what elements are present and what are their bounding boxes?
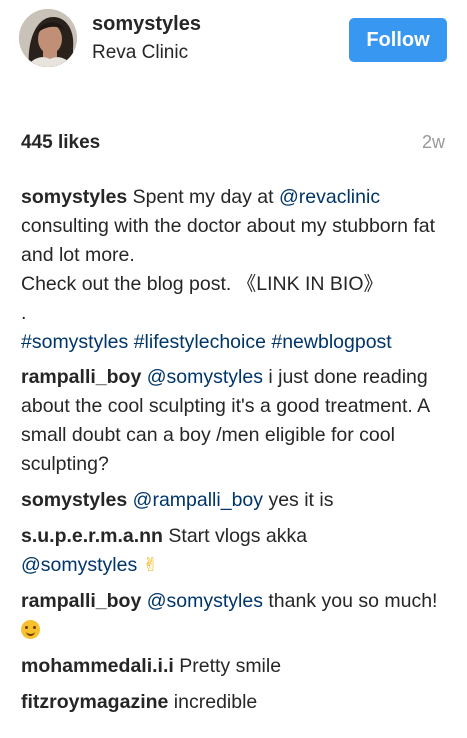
comment: s.u.p.e.r.m.a.nn Start vlogs akka @somys… [21,522,451,580]
comment-mention[interactable]: @somystyles [147,366,263,388]
post-username[interactable]: somystyles [92,13,201,36]
comment-text: incredible [173,691,258,713]
post-location[interactable]: Reva Clinic [92,42,188,64]
caption-text: Spent my day at [132,186,274,208]
comment-mention[interactable]: @rampalli_boy [133,489,263,511]
caption-line-1: somystyles Spent my day at @revaclinic c… [21,183,451,270]
caption-hashtags: #somystyles #lifestylechoice #newblogpos… [21,328,451,357]
smiling-face-emoji-icon [21,620,40,639]
comment-username[interactable]: mohammedali.i.i [21,655,174,677]
caption: somystyles Spent my day at @revaclinic c… [21,183,451,357]
comment-username[interactable]: s.u.p.e.r.m.a.nn [21,525,163,547]
comment-mention[interactable]: @somystyles [21,554,137,576]
comment-mention[interactable]: @somystyles [147,590,263,612]
profile-photo-icon [19,9,77,67]
comment-text: yes it is [268,489,334,511]
comment-username[interactable]: fitzroymagazine [21,691,168,713]
avatar[interactable] [19,9,77,67]
caption-line-3: . [21,302,27,324]
comment: fitzroymagazine incredible [21,688,451,717]
comment-username[interactable]: rampalli_boy [21,366,141,388]
hashtag[interactable]: #somystyles [21,331,128,353]
comment: somystyles @rampalli_boy yes it is [21,486,451,515]
caption-text-continued: consulting with the doctor about my stub… [21,215,436,266]
comment-text: Pretty smile [179,655,282,677]
victory-hand-emoji-icon: ✌ [142,554,159,576]
comment-username[interactable]: rampalli_boy [21,590,141,612]
hashtag[interactable]: #newblogpost [271,331,391,353]
comment: mohammedali.i.i Pretty smile [21,652,451,681]
likes-count[interactable]: 445 likes [21,132,100,154]
post-timestamp: 2w [421,132,445,152]
caption-line-2: Check out the blog post. 《LINK IN BIO》 [21,273,383,295]
caption-username[interactable]: somystyles [21,186,127,208]
hashtag[interactable]: #lifestylechoice [134,331,266,353]
comment-username[interactable]: somystyles [21,489,127,511]
post-header: somystyles Reva Clinic Follow [0,0,467,80]
caption-mention[interactable]: @revaclinic [279,186,380,208]
follow-button[interactable]: Follow [349,18,447,62]
comments-section: somystyles Spent my day at @revaclinic c… [21,183,451,717]
comment-text: Start vlogs akka [168,525,308,547]
comment-text: thank you so much! [268,590,438,612]
comment: rampalli_boy @somystyles thank you so mu… [21,587,451,645]
instagram-post: somystyles Reva Clinic Follow 445 likes … [0,0,467,738]
comment: rampalli_boy @somystyles i just done rea… [21,363,451,479]
